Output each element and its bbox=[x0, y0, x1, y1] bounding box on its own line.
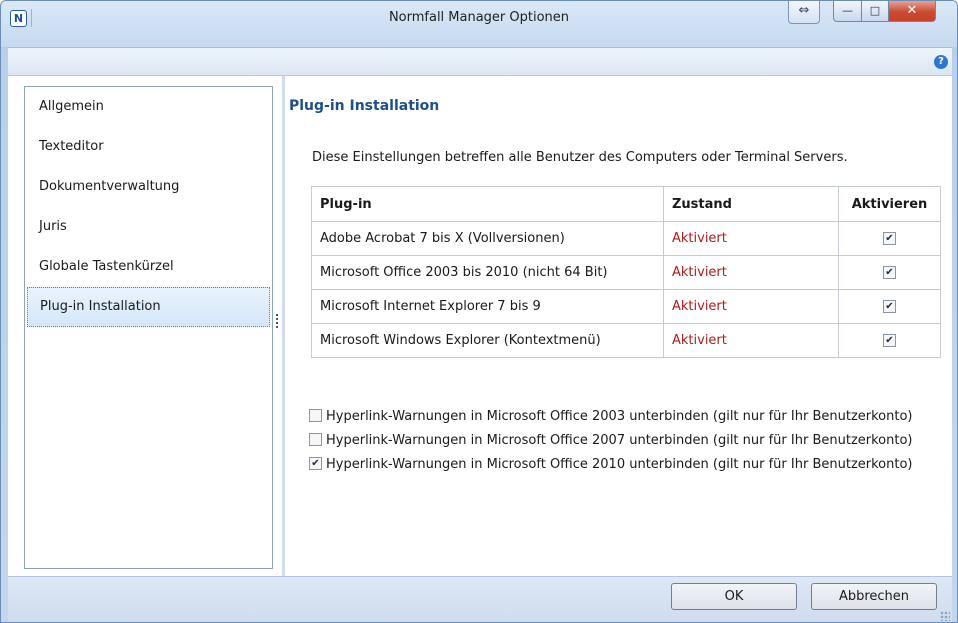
minimize-button[interactable]: — bbox=[833, 1, 862, 22]
plugin-state: Aktiviert bbox=[663, 323, 839, 358]
plugin-name: Adobe Acrobat 7 bis X (Vollversionen) bbox=[311, 221, 664, 256]
sidebar-item-plug-in-installation[interactable]: Plug-in Installation bbox=[27, 287, 270, 327]
hyperlink-option-checkbox[interactable] bbox=[309, 409, 322, 422]
activate-checkbox[interactable]: ✔ bbox=[883, 300, 896, 313]
sidebar-item-dokumentverwaltung[interactable]: Dokumentverwaltung bbox=[25, 167, 272, 207]
close-button[interactable]: ✕ bbox=[889, 1, 936, 22]
hyperlink-option[interactable]: ✔ Hyperlink-Warnungen in Microsoft Office… bbox=[309, 453, 913, 477]
hyperlink-option-checkbox[interactable]: ✔ bbox=[309, 457, 322, 470]
activate-cell: ✔ bbox=[838, 221, 941, 256]
table-header-row: Plug-in Zustand Aktivieren bbox=[311, 186, 941, 222]
settings-panel: Plug-in Installation Diese Einstellungen… bbox=[288, 76, 952, 577]
window-controls: — □ ✕ bbox=[833, 1, 936, 23]
column-header-activate: Aktivieren bbox=[838, 186, 941, 222]
help-icon[interactable]: ? bbox=[934, 55, 948, 69]
splitter-grip-icon[interactable] bbox=[276, 314, 278, 330]
resize-grip-icon[interactable] bbox=[940, 611, 950, 621]
plugin-name: Microsoft Internet Explorer 7 bis 9 bbox=[311, 289, 664, 324]
panel-divider bbox=[282, 76, 285, 577]
activate-cell: ✔ bbox=[838, 323, 941, 358]
plugin-name: Microsoft Windows Explorer (Kontextmenü) bbox=[311, 323, 664, 358]
activate-cell: ✔ bbox=[838, 289, 941, 324]
plugin-state: Aktiviert bbox=[663, 255, 839, 290]
resize-icon[interactable]: ⇔ bbox=[788, 1, 820, 24]
table-row: Microsoft Office 2003 bis 2010 (nicht 64… bbox=[311, 255, 941, 290]
maximize-button[interactable]: □ bbox=[862, 1, 889, 22]
column-header-state: Zustand bbox=[663, 186, 839, 222]
plugin-state: Aktiviert bbox=[663, 289, 839, 324]
plugin-name: Microsoft Office 2003 bis 2010 (nicht 64… bbox=[311, 255, 664, 290]
content-area: Allgemein Texteditor Dokumentverwaltung Jur… bbox=[8, 75, 952, 577]
hyperlink-option[interactable]: Hyperlink-Warnungen in Microsoft Office … bbox=[309, 429, 913, 453]
activate-checkbox[interactable]: ✔ bbox=[883, 266, 896, 279]
sidebar-nav: Allgemein Texteditor Dokumentverwaltung Jur… bbox=[24, 86, 273, 569]
splitter[interactable] bbox=[273, 76, 282, 577]
hyperlink-option-checkbox[interactable] bbox=[309, 433, 322, 446]
sidebar-item-allgemein[interactable]: Allgemein bbox=[25, 87, 272, 127]
hyperlink-option-label: Hyperlink-Warnungen in Microsoft Office … bbox=[326, 409, 913, 424]
hyperlink-option-label: Hyperlink-Warnungen in Microsoft Office … bbox=[326, 433, 913, 448]
sidebar-item-juris[interactable]: Juris bbox=[25, 207, 272, 247]
table-row: Microsoft Windows Explorer (Kontextmenü)… bbox=[311, 323, 941, 358]
activate-checkbox[interactable]: ✔ bbox=[883, 334, 896, 347]
toolbar: ? bbox=[8, 47, 952, 76]
activate-checkbox[interactable]: ✔ bbox=[883, 232, 896, 245]
hyperlink-options: Hyperlink-Warnungen in Microsoft Office … bbox=[309, 405, 913, 477]
sidebar-item-globale-tastenk-rzel[interactable]: Globale Tastenkürzel bbox=[25, 247, 272, 287]
table-row: Adobe Acrobat 7 bis X (Vollversionen) Akt… bbox=[311, 221, 941, 256]
ok-button[interactable]: OK bbox=[671, 583, 797, 610]
plugin-state: Aktiviert bbox=[663, 221, 839, 256]
panel-title: Plug-in Installation bbox=[289, 98, 440, 114]
sidebar-item-texteditor[interactable]: Texteditor bbox=[25, 127, 272, 167]
table-row: Microsoft Internet Explorer 7 bis 9 Aktiv… bbox=[311, 289, 941, 324]
footer-bar: OK Abbrechen bbox=[8, 576, 952, 622]
panel-description: Diese Einstellungen betreffen alle Benut… bbox=[312, 150, 848, 165]
column-header-plugin: Plug-in bbox=[311, 186, 664, 222]
plugin-table: Plug-in Zustand Aktivieren Adobe Acrobat… bbox=[311, 186, 941, 358]
title-bar[interactable]: N Normfall Manager Optionen ⇔ — □ ✕ bbox=[1, 1, 957, 47]
cancel-button[interactable]: Abbrechen bbox=[811, 583, 937, 610]
hyperlink-option-label: Hyperlink-Warnungen in Microsoft Office … bbox=[326, 457, 913, 472]
options-window: N Normfall Manager Optionen ⇔ — □ ✕ ? Al… bbox=[0, 0, 958, 623]
hyperlink-option[interactable]: Hyperlink-Warnungen in Microsoft Office … bbox=[309, 405, 913, 429]
activate-cell: ✔ bbox=[838, 255, 941, 290]
